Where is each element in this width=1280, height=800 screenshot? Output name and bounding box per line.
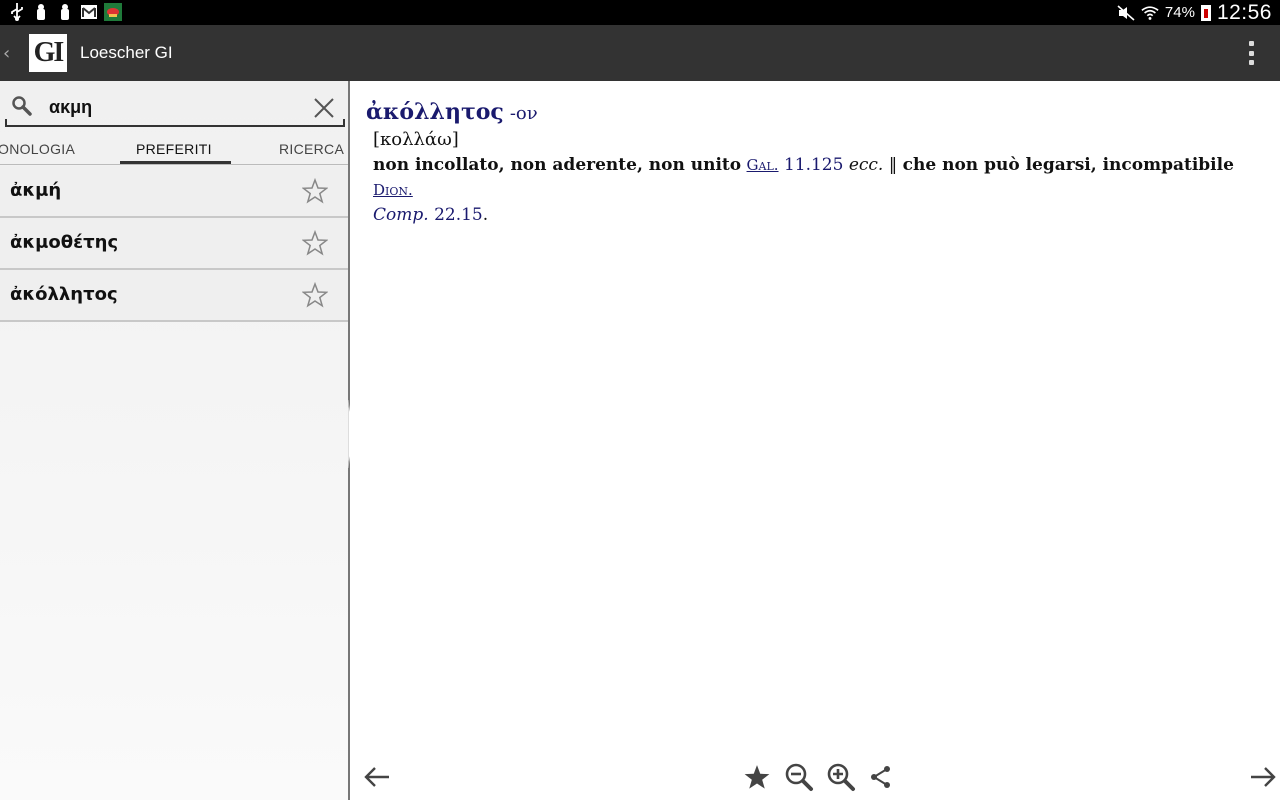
search-input[interactable] (49, 93, 299, 121)
star-filled-icon (744, 765, 770, 789)
app-title: Loescher GI (80, 43, 173, 62)
tab-cronologia[interactable]: ONOLOGIA (0, 141, 75, 157)
wifi-icon (1141, 4, 1159, 22)
list-item[interactable]: ἀκόλλητος (0, 270, 348, 322)
arrow-left-icon (364, 767, 389, 787)
sense-separator: ‖ (888, 155, 898, 175)
definition-end: . (482, 205, 489, 225)
list-item[interactable]: ἀκμοθέτης (0, 218, 348, 270)
mute-icon (1117, 4, 1135, 22)
reference-location: 22.15 (434, 205, 483, 225)
bottom-toolbar (350, 758, 1280, 798)
previous-button[interactable] (360, 760, 394, 794)
tab-strip: ONOLOGIA PREFERITI RICERCA (0, 133, 348, 165)
headword-suffix: -ον (509, 103, 538, 124)
reference-link[interactable]: Gal. (747, 156, 779, 174)
entry-headword: ἀκόλλητος -ον (366, 99, 538, 125)
entry-content: ἀκόλλητος -ον [κολλάω] non incollato, non… (350, 81, 1280, 800)
definition-part-1: non incollato, non aderente, non unito (373, 155, 742, 175)
share-icon (871, 766, 890, 788)
left-panel: ONOLOGIA PREFERITI RICERCA ἀκμή ἀκμοθέτη… (0, 81, 348, 800)
list-item-label: ἀκμή (10, 180, 62, 201)
overflow-menu-icon[interactable] (1248, 41, 1254, 65)
download-icon (56, 3, 74, 21)
reference-link[interactable]: Dion. (373, 181, 413, 199)
arrow-right-icon (1251, 767, 1276, 787)
definition: non incollato, non aderente, non unito G… (373, 153, 1273, 228)
battery-icon (1200, 4, 1211, 21)
close-icon[interactable] (313, 97, 335, 119)
reference-work: Comp. (373, 205, 429, 225)
clock: 12:56 (1216, 0, 1272, 24)
star-outline-icon[interactable] (302, 230, 328, 256)
favorites-list: ἀκμή ἀκμοθέτης ἀκόλλητος (0, 166, 348, 322)
tab-preferiti[interactable]: PREFERITI (136, 141, 212, 157)
notification-icons (8, 3, 122, 21)
usb-icon (8, 3, 26, 21)
action-bar: ‹ GI Loescher GI (0, 25, 1280, 81)
app-notification-icon (104, 3, 122, 21)
system-icons: 74% 12:56 (1117, 0, 1272, 25)
reference-location: 11.125 (783, 155, 844, 175)
star-outline-icon[interactable] (302, 178, 328, 204)
search-icon (12, 96, 32, 116)
status-bar: 74% 12:56 (0, 0, 1280, 25)
headword-text: ἀκόλλητος (366, 99, 504, 125)
tab-ricerca[interactable]: RICERCA (279, 141, 344, 157)
share-button[interactable] (864, 760, 898, 794)
zoom-out-icon (785, 763, 813, 791)
app-logo[interactable]: GI (29, 34, 67, 72)
list-item-label: ἀκμοθέτης (10, 232, 119, 253)
zoom-out-button[interactable] (782, 760, 816, 794)
next-button[interactable] (1246, 760, 1280, 794)
zoom-in-icon (827, 763, 855, 791)
zoom-in-button[interactable] (824, 760, 858, 794)
battery-percent: 74% (1164, 4, 1195, 21)
list-item-label: ἀκόλλητος (10, 284, 118, 305)
download-icon (32, 3, 50, 21)
gmail-icon (80, 3, 98, 21)
star-outline-icon[interactable] (302, 282, 328, 308)
etymology: [κολλάω] (373, 129, 459, 150)
search-box (5, 87, 345, 127)
up-navigation-icon[interactable]: ‹ (3, 43, 10, 64)
favorite-button[interactable] (740, 760, 774, 794)
ecc-label: ecc. (848, 155, 884, 175)
list-item[interactable]: ἀκμή (0, 166, 348, 218)
definition-part-2: che non può legarsi, incompatibile (902, 155, 1234, 175)
active-tab-indicator (120, 161, 231, 164)
